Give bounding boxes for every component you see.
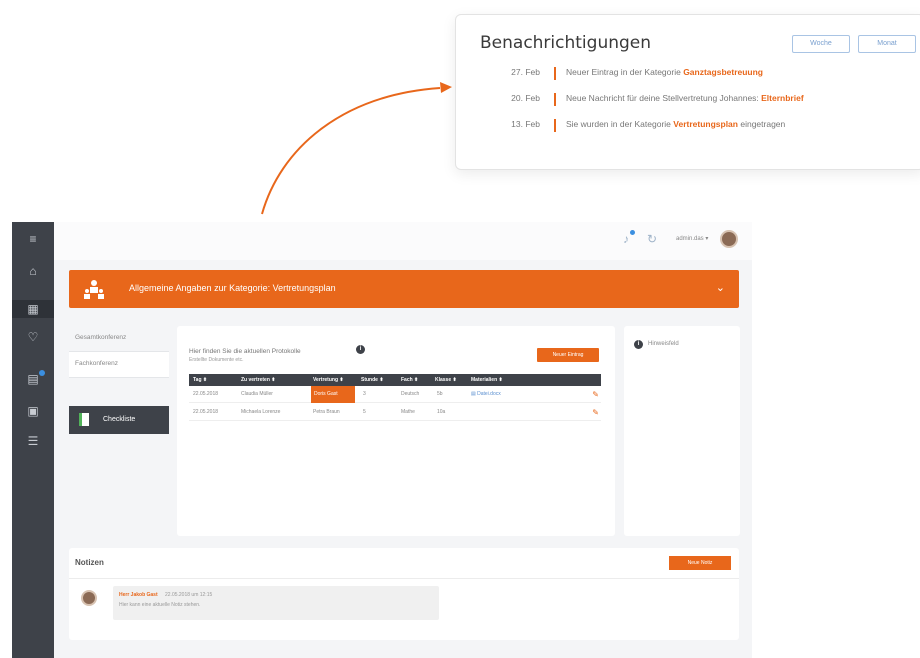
table-row[interactable]: 22.05.2018 Michaela Lorenze Petra Braun … — [189, 404, 601, 421]
badge-dot — [39, 370, 45, 376]
cell-vertretung[interactable]: Petra Braun — [313, 409, 340, 415]
note-item[interactable]: Herr Jakob Gast 22.05.2018 um 12:15 Hier… — [113, 586, 439, 620]
hint-panel-title: Hinweisfeld — [648, 341, 679, 347]
notes-section: Notizen Neue Notiz Herr Jakob Gast 22.05… — [69, 548, 739, 640]
column-header[interactable]: Fach ⬍ — [401, 377, 418, 383]
nav-item-fachkonferenz[interactable]: Fachkonferenz — [69, 352, 169, 378]
column-header[interactable]: Vertretung ⬍ — [313, 377, 344, 383]
nav-item-gesamtkonferenz[interactable]: Gesamtkonferenz — [69, 326, 169, 352]
people-icon — [84, 280, 104, 299]
checklist-icon — [79, 413, 89, 426]
refresh-icon[interactable]: ↻ — [644, 231, 660, 247]
note-author: Herr Jakob Gast — [119, 592, 158, 598]
avatar — [81, 590, 97, 606]
heart-icon[interactable]: ♡ — [12, 328, 54, 346]
cell-fach: Deutsch — [401, 391, 420, 397]
home-icon[interactable]: ⌂ — [12, 262, 54, 280]
topbar: ♪ ↻ admin.das ▾ — [54, 222, 752, 260]
cell-tag: 22.05.2018 — [193, 409, 219, 415]
arrow-path — [261, 87, 441, 215]
divider — [69, 578, 739, 579]
attachment-link[interactable]: ▤ Datei.docx — [471, 391, 501, 397]
list-icon[interactable]: ☰ — [12, 432, 54, 450]
edit-icon[interactable]: ✎ — [592, 408, 599, 417]
column-header[interactable]: Klasse ⬍ — [435, 377, 457, 383]
hint-panel: i Hinweisfeld — [624, 326, 740, 536]
cell-tag: 22.05.2018 — [193, 391, 219, 397]
column-header[interactable]: Materialien ⬍ — [471, 377, 503, 383]
panel-subtitle: Erstellte Dokumente etc. — [189, 357, 244, 363]
badge-dot — [630, 230, 635, 235]
sidebar: ≡ ⌂ ▦ ♡ ▤ ▣ ☰ — [12, 222, 54, 658]
cell-zu-vertreten: Michaela Lorenze — [241, 409, 281, 415]
avatar[interactable] — [720, 230, 738, 248]
cell-fach: Mathe — [401, 409, 415, 415]
banner-title: Allgemeine Angaben zur Kategorie: Vertre… — [129, 283, 336, 293]
checklist-label: Checkliste — [103, 416, 136, 423]
table-row[interactable]: 22.05.2018 Claudia Müller Doris Gast 3 D… — [189, 386, 601, 403]
bell-icon[interactable]: ♪ — [618, 230, 635, 247]
panel-hint: Hier finden Sie die aktuellen Protokolle — [189, 348, 301, 355]
cell-klasse: 10a — [437, 409, 446, 415]
grid-icon[interactable]: ▦ — [12, 300, 54, 318]
cell-vertretung[interactable]: Doris Gast — [311, 386, 355, 403]
app-window: ≡ ⌂ ▦ ♡ ▤ ▣ ☰ ♪ ↻ admin.das ▾ Allgemeine… — [12, 222, 752, 658]
protocol-panel: Hier finden Sie die aktuellen Protokolle… — [177, 326, 615, 536]
new-entry-button[interactable]: Neuer Eintrag — [537, 348, 599, 362]
column-header[interactable]: Stunde ⬍ — [361, 377, 384, 383]
column-header[interactable]: Tag ⬍ — [193, 377, 207, 383]
chart-icon[interactable]: ▤ — [12, 370, 54, 388]
edit-icon[interactable]: ✎ — [592, 390, 599, 399]
cell-stunde: 3 — [363, 391, 366, 397]
note-text: Hier kann eine aktuelle Notiz stehen. — [119, 602, 201, 608]
cell-klasse: 5b — [437, 391, 443, 397]
chevron-down-icon[interactable]: ⌄ — [716, 281, 725, 294]
column-header[interactable]: Zu vertreten ⬍ — [241, 377, 275, 383]
table-header: Tag ⬍ Zu vertreten ⬍ Vertretung ⬍ Stunde… — [189, 374, 601, 386]
category-banner[interactable]: Allgemeine Angaben zur Kategorie: Vertre… — [69, 270, 739, 308]
new-note-button[interactable]: Neue Notiz — [669, 556, 731, 570]
arrow-head — [440, 82, 452, 93]
user-menu[interactable]: admin.das ▾ — [676, 235, 708, 242]
note-date: 22.05.2018 um 12:15 — [165, 592, 213, 598]
cell-stunde: 5 — [363, 409, 366, 415]
cell-zu-vertreten: Claudia Müller — [241, 391, 273, 397]
info-icon: i — [634, 340, 643, 349]
info-icon[interactable]: i — [356, 345, 365, 354]
notes-title: Notizen — [75, 558, 104, 567]
checklist-button[interactable]: Checkliste — [69, 406, 169, 434]
document-icon[interactable]: ▣ — [12, 402, 54, 420]
menu-icon[interactable]: ≡ — [12, 230, 54, 248]
